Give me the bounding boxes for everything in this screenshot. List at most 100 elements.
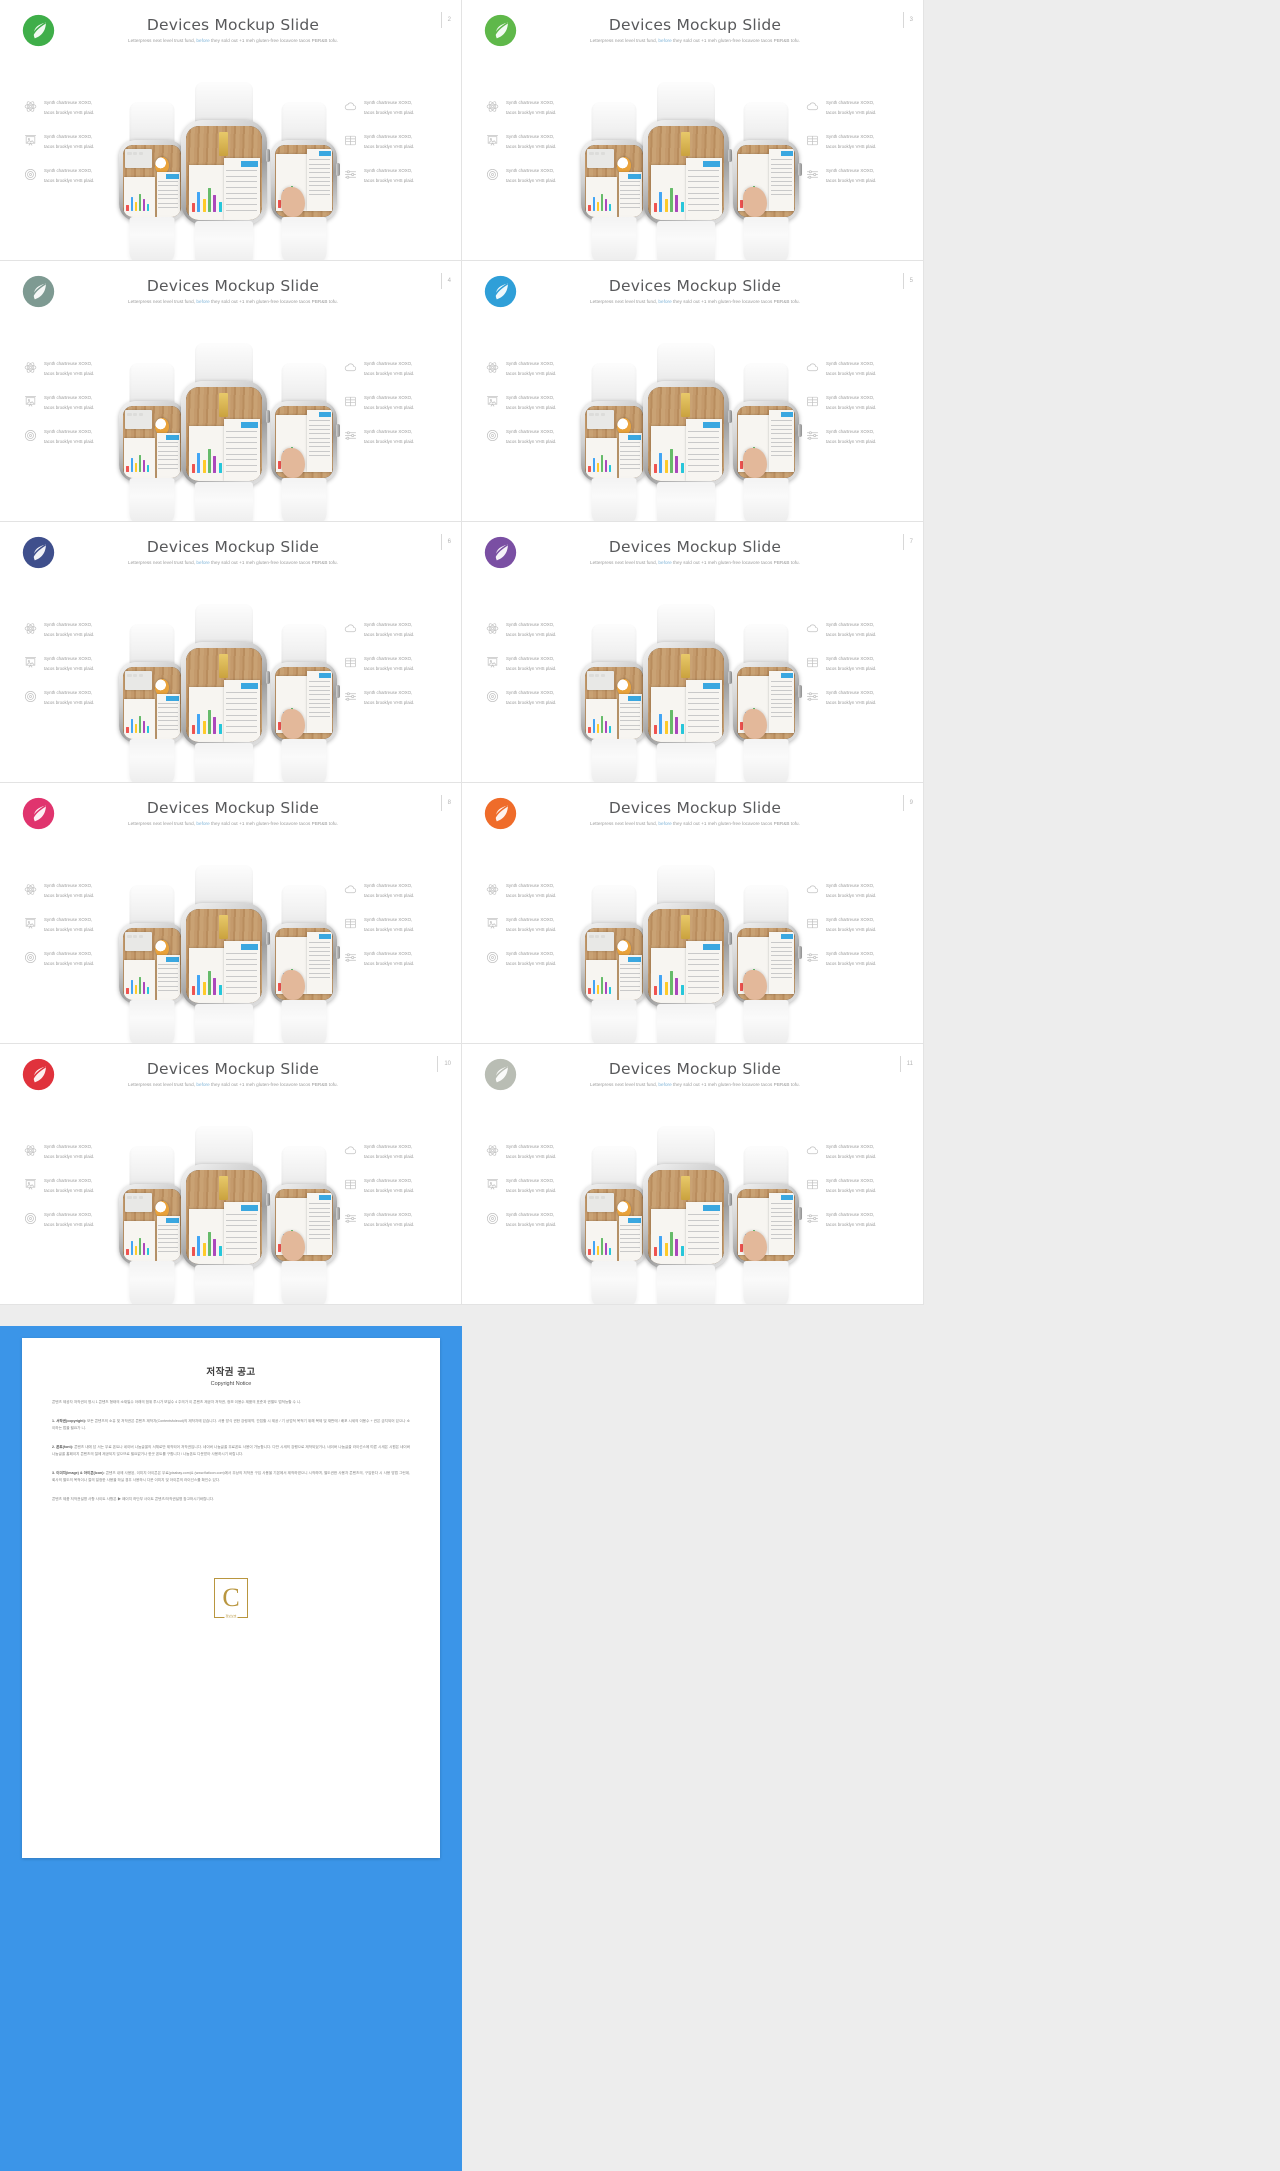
sliders-icon	[806, 429, 819, 442]
watch-mockup	[643, 343, 732, 521]
feature-item[interactable]: Synth chartreuse XOXO, tacos brooklyn VHS…	[344, 1210, 459, 1244]
watch-mockup	[181, 343, 270, 521]
subtitle-highlight: before	[196, 1082, 210, 1087]
feature-item[interactable]: Synth chartreuse XOXO, tacos brooklyn VHS…	[806, 166, 921, 200]
slide-thumbnail[interactable]: Devices Mockup Slide Letterpress next lev…	[0, 0, 462, 261]
feature-label-line2: tacos brooklyn VHS plaid.	[364, 439, 415, 444]
slide-number: 6	[440, 534, 451, 550]
feature-item[interactable]: Synth chartreuse XOXO, tacos brooklyn VHS…	[806, 949, 921, 983]
feature-item[interactable]: Synth chartreuse XOXO, tacos brooklyn VHS…	[344, 688, 459, 722]
feature-label-line2: tacos brooklyn VHS plaid.	[506, 1188, 557, 1193]
slide-number-divider	[902, 534, 904, 550]
slide-thumbnail[interactable]: Devices Mockup Slide Letterpress next lev…	[462, 783, 924, 1044]
slide-thumbnail[interactable]: Devices Mockup Slide Letterpress next lev…	[0, 522, 462, 783]
feature-label-line1: Synth chartreuse XOXO,	[506, 395, 555, 400]
copyright-notice-card[interactable]: 저작권 공고 Copyright Notice 콘텐츠 제공자 저작권이 명시 …	[0, 1326, 462, 2171]
feature-item[interactable]: Synth chartreuse XOXO, tacos brooklyn VHS…	[344, 166, 459, 200]
feature-label-line1: Synth chartreuse XOXO,	[364, 395, 413, 400]
feature-label-line1: Synth chartreuse XOXO,	[364, 1144, 413, 1149]
book-open-icon	[344, 134, 357, 147]
feature-label-line1: Synth chartreuse XOXO,	[44, 1178, 93, 1183]
presentation-image-icon	[486, 134, 499, 147]
feature-label: Synth chartreuse XOXO, tacos brooklyn VHS…	[506, 359, 556, 379]
watch-mockup	[733, 363, 802, 521]
feature-item[interactable]: Synth chartreuse XOXO, tacos brooklyn VHS…	[344, 393, 459, 427]
slide-thumbnail[interactable]: Devices Mockup Slide Letterpress next lev…	[0, 783, 462, 1044]
feature-label: Synth chartreuse XOXO, tacos brooklyn VHS…	[826, 132, 876, 152]
slide-number: 4	[440, 273, 451, 289]
feature-label-line1: Synth chartreuse XOXO,	[506, 951, 555, 956]
copyright-body-2: 콘텐츠 내에 담 서는 무료 폰트나 네이버 나눔글꼴의 서체로만 제작되어 저…	[52, 1445, 411, 1456]
feature-item[interactable]: Synth chartreuse XOXO, tacos brooklyn VHS…	[344, 359, 459, 393]
watch-case	[643, 120, 732, 225]
feature-item[interactable]: Synth chartreuse XOXO, tacos brooklyn VHS…	[344, 654, 459, 688]
feature-label: Synth chartreuse XOXO, tacos brooklyn VHS…	[364, 1210, 414, 1230]
feature-label-line2: tacos brooklyn VHS plaid.	[506, 961, 557, 966]
sliders-icon	[344, 168, 357, 181]
slide-thumbnail[interactable]: Devices Mockup Slide Letterpress next lev…	[462, 522, 924, 783]
feature-label-line1: Synth chartreuse XOXO,	[44, 1144, 93, 1149]
slide-number: 9	[902, 795, 913, 811]
feature-label-line2: tacos brooklyn VHS plaid.	[44, 178, 95, 183]
feature-label: Synth chartreuse XOXO, tacos brooklyn VHS…	[826, 1176, 876, 1196]
feature-item[interactable]: Synth chartreuse XOXO, tacos brooklyn VHS…	[806, 132, 921, 166]
feature-label: Synth chartreuse XOXO, tacos brooklyn VHS…	[826, 166, 876, 186]
subtitle-highlight: before	[196, 299, 210, 304]
watch-band-bottom	[281, 217, 327, 260]
feature-item[interactable]: Synth chartreuse XOXO, tacos brooklyn VHS…	[344, 881, 459, 915]
feature-item[interactable]: Synth chartreuse XOXO, tacos brooklyn VHS…	[806, 688, 921, 722]
feature-label-line2: tacos brooklyn VHS plaid.	[826, 893, 877, 898]
subtitle-highlight: before	[658, 38, 672, 43]
feature-item[interactable]: Synth chartreuse XOXO, tacos brooklyn VHS…	[806, 620, 921, 654]
feature-item[interactable]: Synth chartreuse XOXO, tacos brooklyn VHS…	[806, 1210, 921, 1244]
slide-thumbnail[interactable]: Devices Mockup Slide Letterpress next lev…	[0, 1044, 462, 1305]
feature-item[interactable]: Synth chartreuse XOXO, tacos brooklyn VHS…	[344, 1142, 459, 1176]
feature-item[interactable]: Synth chartreuse XOXO, tacos brooklyn VHS…	[806, 98, 921, 132]
sliders-icon	[806, 690, 819, 703]
feature-label-line2: tacos brooklyn VHS plaid.	[44, 666, 95, 671]
watch-screen	[585, 1189, 643, 1261]
feature-list-right: Synth chartreuse XOXO, tacos brooklyn VHS…	[344, 98, 459, 200]
watch-screen	[737, 406, 795, 478]
feature-item[interactable]: Synth chartreuse XOXO, tacos brooklyn VHS…	[344, 1176, 459, 1210]
feature-item[interactable]: Synth chartreuse XOXO, tacos brooklyn VHS…	[806, 359, 921, 393]
slide-thumbnail[interactable]: Devices Mockup Slide Letterpress next lev…	[462, 261, 924, 522]
feature-label-line2: tacos brooklyn VHS plaid.	[826, 632, 877, 637]
cloud-icon	[806, 622, 819, 635]
feature-item[interactable]: Synth chartreuse XOXO, tacos brooklyn VHS…	[806, 915, 921, 949]
feature-item[interactable]: Synth chartreuse XOXO, tacos brooklyn VHS…	[806, 427, 921, 461]
feature-item[interactable]: Synth chartreuse XOXO, tacos brooklyn VHS…	[806, 654, 921, 688]
watch-screen	[648, 1170, 724, 1264]
feature-label: Synth chartreuse XOXO, tacos brooklyn VHS…	[364, 881, 414, 901]
watch-mockup	[733, 885, 802, 1043]
cloud-icon	[344, 622, 357, 635]
feature-label: Synth chartreuse XOXO, tacos brooklyn VHS…	[826, 1142, 876, 1162]
feature-item[interactable]: Synth chartreuse XOXO, tacos brooklyn VHS…	[806, 881, 921, 915]
feature-item[interactable]: Synth chartreuse XOXO, tacos brooklyn VHS…	[344, 949, 459, 983]
slide-thumbnail[interactable]: Devices Mockup Slide Letterpress next lev…	[462, 1044, 924, 1305]
feature-label: Synth chartreuse XOXO, tacos brooklyn VHS…	[364, 132, 414, 152]
feature-item[interactable]: Synth chartreuse XOXO, tacos brooklyn VHS…	[806, 1176, 921, 1210]
slide-thumbnail[interactable]: Devices Mockup Slide Letterpress next lev…	[0, 261, 462, 522]
slide-number-value: 2	[447, 17, 451, 23]
feature-item[interactable]: Synth chartreuse XOXO, tacos brooklyn VHS…	[344, 132, 459, 166]
feature-item[interactable]: Synth chartreuse XOXO, tacos brooklyn VHS…	[344, 98, 459, 132]
feature-label-line1: Synth chartreuse XOXO,	[44, 395, 93, 400]
feature-item[interactable]: Synth chartreuse XOXO, tacos brooklyn VHS…	[806, 393, 921, 427]
feature-item[interactable]: Synth chartreuse XOXO, tacos brooklyn VHS…	[806, 1142, 921, 1176]
watch-screen	[648, 648, 724, 742]
feature-label-line2: tacos brooklyn VHS plaid.	[44, 927, 95, 932]
slide-thumbnail[interactable]: Devices Mockup Slide Letterpress next lev…	[462, 0, 924, 261]
feature-label-line1: Synth chartreuse XOXO,	[826, 690, 875, 695]
feature-label-line2: tacos brooklyn VHS plaid.	[506, 632, 557, 637]
subtitle-after: they sold out +1 meh gluten-free locavor…	[671, 560, 800, 565]
book-open-icon	[344, 656, 357, 669]
leaf-circle-icon	[484, 536, 517, 569]
feature-item[interactable]: Synth chartreuse XOXO, tacos brooklyn VHS…	[344, 915, 459, 949]
subtitle-before: Letterpress next level trust fund,	[590, 821, 659, 826]
watch-mockup	[119, 885, 188, 1043]
feature-item[interactable]: Synth chartreuse XOXO, tacos brooklyn VHS…	[344, 427, 459, 461]
feature-item[interactable]: Synth chartreuse XOXO, tacos brooklyn VHS…	[344, 620, 459, 654]
feature-label-line1: Synth chartreuse XOXO,	[506, 1212, 555, 1217]
atom-icon	[486, 1144, 499, 1157]
